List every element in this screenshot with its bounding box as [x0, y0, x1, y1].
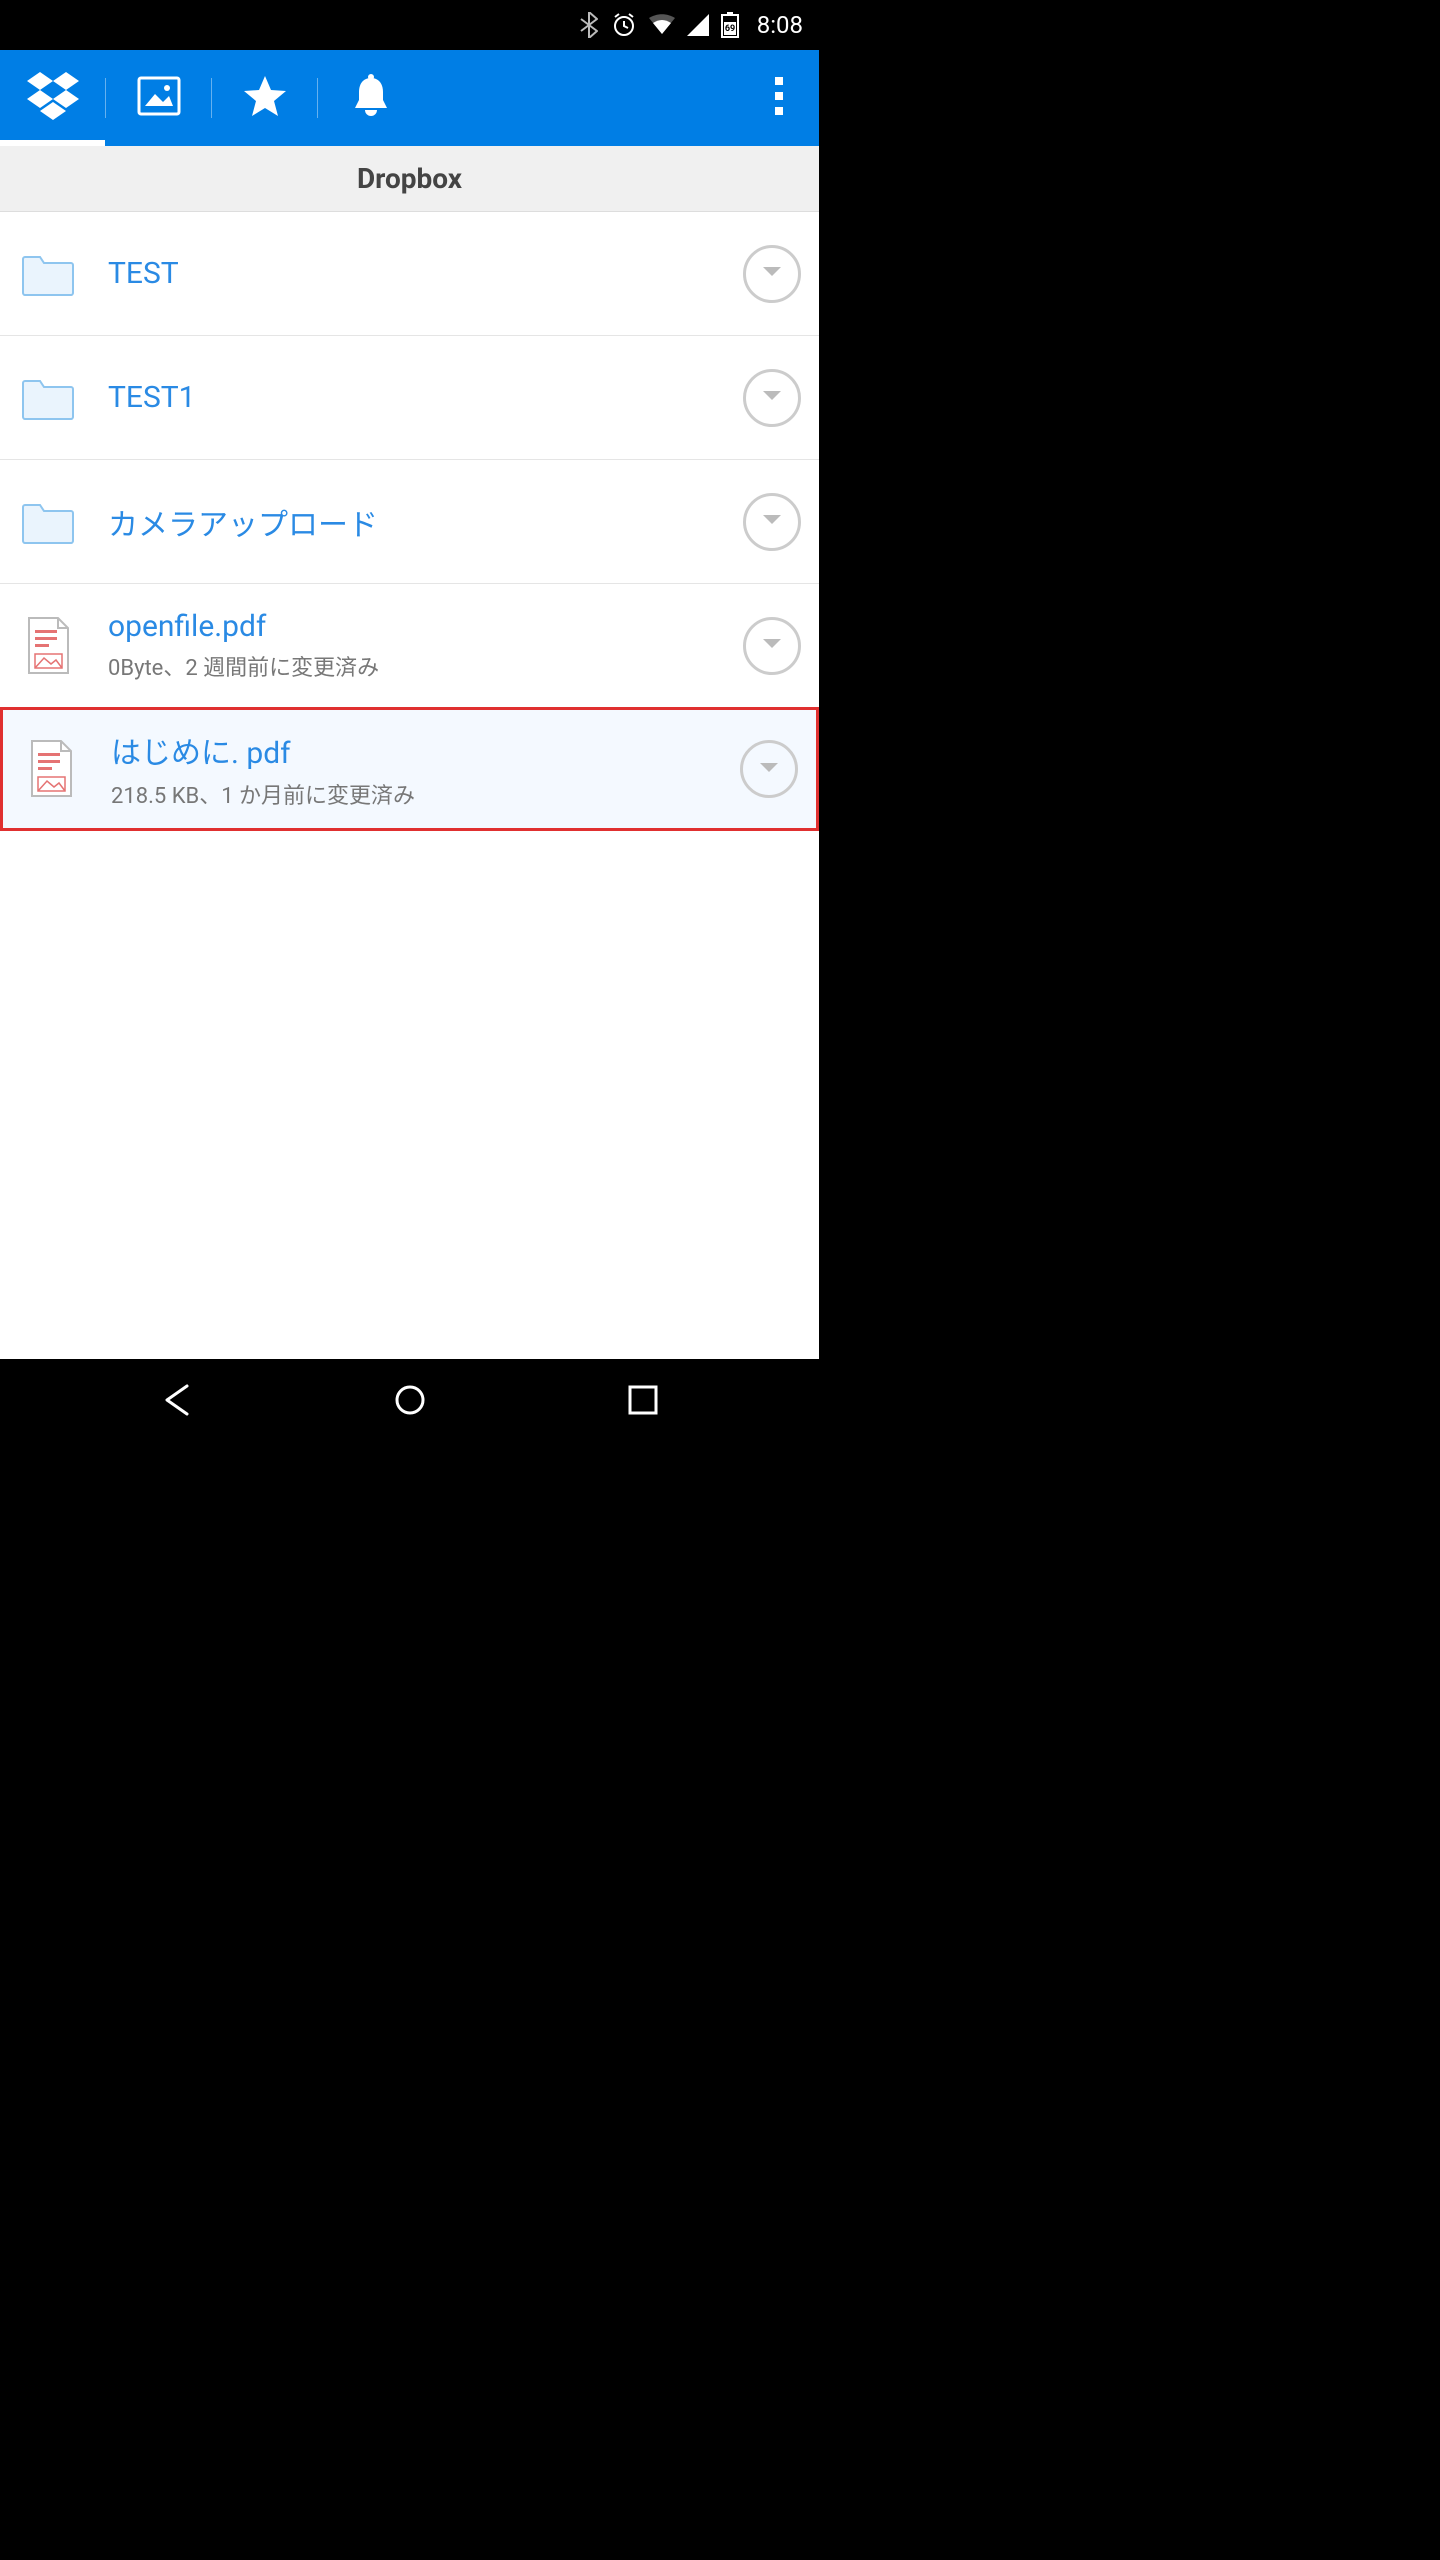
section-header: Dropbox	[0, 146, 819, 212]
item-menu-button[interactable]	[743, 493, 801, 551]
list-item-text: TEST	[108, 256, 743, 291]
list-item-meta: 218.5 KB、1 か月前に変更済み	[111, 778, 740, 810]
list-item-text: openfile.pdf 0Byte、2 週間前に変更済み	[108, 609, 743, 682]
item-menu-button[interactable]	[743, 369, 801, 427]
folder-icon	[18, 492, 78, 552]
signal-icon	[687, 14, 709, 36]
android-nav-bar	[0, 1360, 819, 1440]
nav-recent-button[interactable]	[613, 1370, 673, 1430]
list-item-text: はじめに. pdf 218.5 KB、1 か月前に変更済み	[111, 728, 740, 810]
item-menu-button[interactable]	[743, 617, 801, 675]
list-item[interactable]: openfile.pdf 0Byte、2 週間前に変更済み	[0, 584, 819, 708]
pdf-file-icon	[21, 739, 81, 799]
wifi-icon	[649, 14, 675, 36]
overflow-icon	[774, 76, 784, 120]
chevron-down-icon	[761, 636, 783, 655]
status-time: 8:08	[757, 11, 803, 39]
svg-text:69: 69	[725, 24, 735, 34]
status-bar: 69 8:08	[0, 0, 819, 50]
list-item-name: TEST1	[108, 380, 743, 415]
section-title: Dropbox	[357, 162, 462, 195]
photos-icon	[137, 76, 181, 120]
file-list: TEST TEST1 カメラアップロード	[0, 212, 819, 831]
item-menu-button[interactable]	[740, 740, 798, 798]
folder-icon	[18, 368, 78, 428]
nav-back-button[interactable]	[147, 1370, 207, 1430]
chevron-down-icon	[761, 388, 783, 407]
chevron-down-icon	[761, 264, 783, 283]
list-item[interactable]: はじめに. pdf 218.5 KB、1 か月前に変更済み	[0, 707, 819, 831]
overflow-menu-button[interactable]	[739, 50, 819, 146]
tab-favorites[interactable]	[212, 50, 317, 146]
alarm-icon	[611, 12, 637, 38]
empty-space	[0, 831, 819, 1359]
app-bar	[0, 50, 819, 146]
battery-icon: 69	[721, 12, 739, 38]
list-item-meta: 0Byte、2 週間前に変更済み	[108, 650, 743, 682]
folder-icon	[18, 244, 78, 304]
list-item-name: openfile.pdf	[108, 609, 743, 644]
star-icon	[242, 74, 288, 122]
chevron-down-icon	[758, 760, 780, 779]
tab-files[interactable]	[0, 50, 105, 146]
list-item-name: TEST	[108, 256, 743, 291]
pdf-file-icon	[18, 616, 78, 676]
list-item-text: カメラアップロード	[108, 500, 743, 544]
tab-photos[interactable]	[106, 50, 211, 146]
bluetooth-icon	[579, 12, 599, 38]
item-menu-button[interactable]	[743, 245, 801, 303]
tab-notifications[interactable]	[318, 50, 423, 146]
nav-home-button[interactable]	[380, 1370, 440, 1430]
list-item[interactable]: TEST1	[0, 336, 819, 460]
list-item[interactable]: カメラアップロード	[0, 460, 819, 584]
list-item-text: TEST1	[108, 380, 743, 415]
chevron-down-icon	[761, 512, 783, 531]
list-item-name: はじめに. pdf	[111, 728, 740, 772]
dropbox-icon	[26, 71, 80, 125]
bell-icon	[351, 74, 391, 122]
list-item[interactable]: TEST	[0, 212, 819, 336]
list-item-name: カメラアップロード	[108, 500, 743, 544]
